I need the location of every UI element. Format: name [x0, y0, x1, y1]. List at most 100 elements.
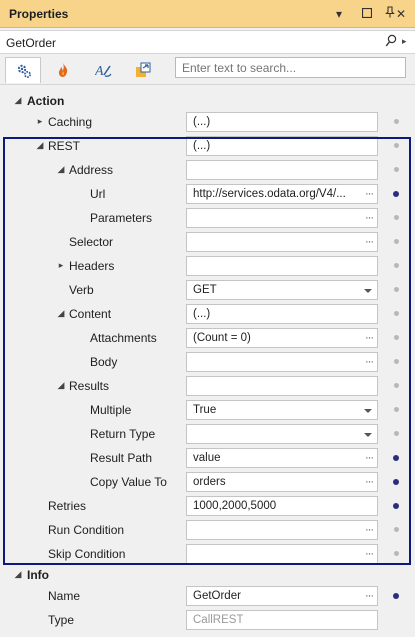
value-text: GET [193, 284, 217, 296]
chevron-right-icon[interactable]: ▸ [56, 259, 66, 271]
chevron-down-icon[interactable]: ◢ [56, 307, 66, 319]
run-condition-value[interactable]: ··· [186, 520, 378, 540]
property-label: Return Type [90, 427, 156, 441]
set-value-dot[interactable] [393, 479, 399, 485]
default-dot[interactable] [394, 383, 399, 388]
property-parameters[interactable]: Parameters ··· [0, 206, 415, 230]
default-dot[interactable] [394, 335, 399, 340]
ellipsis-button[interactable]: ··· [365, 452, 374, 464]
property-content[interactable]: ◢ Content (...) [0, 302, 415, 326]
chevron-right-icon[interactable]: ▸ [35, 115, 45, 127]
property-run-condition[interactable]: Run Condition ··· [0, 518, 415, 542]
copy-value-to-value[interactable]: orders ··· [186, 472, 378, 492]
default-dot[interactable] [394, 263, 399, 268]
tab-bindings[interactable] [125, 57, 161, 83]
property-caching[interactable]: ▸ Caching (...) [0, 110, 415, 134]
default-dot[interactable] [394, 143, 399, 148]
property-verb[interactable]: Verb GET [0, 278, 415, 302]
ellipsis-button[interactable]: ··· [365, 356, 374, 368]
pin-icon[interactable] [361, 5, 395, 23]
set-value-dot[interactable] [393, 593, 399, 599]
default-dot[interactable] [394, 407, 399, 412]
address-value[interactable] [186, 160, 378, 180]
default-dot[interactable] [394, 431, 399, 436]
rest-value[interactable]: (...) [186, 136, 378, 156]
default-dot[interactable] [394, 359, 399, 364]
chevron-right-icon[interactable]: ▸ [402, 36, 407, 47]
property-search[interactable] [175, 57, 406, 78]
dropdown-arrow-icon[interactable] [364, 289, 372, 293]
ellipsis-button[interactable]: ··· [365, 236, 374, 248]
parameters-value[interactable]: ··· [186, 208, 378, 228]
ellipsis-button[interactable]: ··· [365, 590, 374, 602]
tab-appearance[interactable]: A [85, 57, 121, 83]
property-return-type[interactable]: Return Type [0, 422, 415, 446]
property-name[interactable]: Name GetOrder ··· [0, 584, 415, 608]
attachments-value[interactable]: (Count = 0) ··· [186, 328, 378, 348]
value-text: 1000,2000,5000 [193, 500, 277, 512]
object-selector[interactable]: GetOrder ▸ [0, 30, 415, 54]
property-selector[interactable]: Selector ··· [0, 230, 415, 254]
ellipsis-button[interactable]: ··· [365, 188, 374, 200]
property-body[interactable]: Body ··· [0, 350, 415, 374]
default-dot[interactable] [394, 311, 399, 316]
property-attachments[interactable]: Attachments (Count = 0) ··· [0, 326, 415, 350]
set-value-dot[interactable] [393, 191, 399, 197]
close-icon[interactable]: ✕ [392, 5, 410, 23]
name-value[interactable]: GetOrder ··· [186, 586, 378, 606]
chevron-down-icon[interactable]: ◢ [13, 568, 23, 580]
multiple-dropdown[interactable]: True [186, 400, 378, 420]
default-dot[interactable] [394, 287, 399, 292]
ellipsis-button[interactable]: ··· [365, 548, 374, 560]
search-input[interactable] [176, 58, 405, 77]
dropdown-arrow-icon[interactable] [364, 409, 372, 413]
property-label: Name [48, 589, 81, 603]
property-copy-value-to[interactable]: Copy Value To orders ··· [0, 470, 415, 494]
property-address[interactable]: ◢ Address [0, 158, 415, 182]
tab-properties[interactable] [5, 57, 41, 83]
chevron-down-icon[interactable]: ◢ [13, 94, 23, 106]
chevron-down-icon[interactable]: ◢ [56, 163, 66, 175]
default-dot[interactable] [394, 527, 399, 532]
caching-value[interactable]: (...) [186, 112, 378, 132]
property-multiple[interactable]: Multiple True [0, 398, 415, 422]
set-value-dot[interactable] [393, 503, 399, 509]
property-label: Caching [48, 115, 93, 129]
verb-dropdown[interactable]: GET [186, 280, 378, 300]
property-label: Copy Value To [90, 475, 167, 489]
ellipsis-button[interactable]: ··· [365, 524, 374, 536]
skip-condition-value[interactable]: ··· [186, 544, 378, 564]
default-dot[interactable] [394, 551, 399, 556]
dropdown-arrow-icon[interactable] [364, 433, 372, 437]
default-dot[interactable] [394, 215, 399, 220]
set-value-dot[interactable] [393, 455, 399, 461]
property-results[interactable]: ◢ Results [0, 374, 415, 398]
tab-events[interactable] [45, 57, 81, 83]
body-value[interactable]: ··· [186, 352, 378, 372]
property-url[interactable]: Url http://services.odata.org/V4/... ··· [0, 182, 415, 206]
property-rest[interactable]: ◢ REST (...) [0, 134, 415, 158]
chevron-down-icon[interactable]: ◢ [35, 139, 45, 151]
url-value[interactable]: http://services.odata.org/V4/... ··· [186, 184, 378, 204]
property-headers[interactable]: ▸ Headers [0, 254, 415, 278]
search-icon[interactable] [385, 34, 397, 51]
default-dot[interactable] [394, 119, 399, 124]
content-value[interactable]: (...) [186, 304, 378, 324]
ellipsis-button[interactable]: ··· [365, 332, 374, 344]
dropdown-icon[interactable]: ▾ [330, 5, 348, 23]
return-type-dropdown[interactable] [186, 424, 378, 444]
headers-value[interactable] [186, 256, 378, 276]
ellipsis-button[interactable]: ··· [365, 212, 374, 224]
results-value[interactable] [186, 376, 378, 396]
default-dot[interactable] [394, 239, 399, 244]
property-retries[interactable]: Retries 1000,2000,5000 [0, 494, 415, 518]
property-label: Type [48, 613, 75, 627]
result-path-value[interactable]: value ··· [186, 448, 378, 468]
default-dot[interactable] [394, 167, 399, 172]
property-label: Multiple [90, 403, 132, 417]
selector-value[interactable]: ··· [186, 232, 378, 252]
property-result-path[interactable]: Result Path value ··· [0, 446, 415, 470]
ellipsis-button[interactable]: ··· [365, 476, 374, 488]
retries-value[interactable]: 1000,2000,5000 [186, 496, 378, 516]
chevron-down-icon[interactable]: ◢ [56, 379, 66, 391]
